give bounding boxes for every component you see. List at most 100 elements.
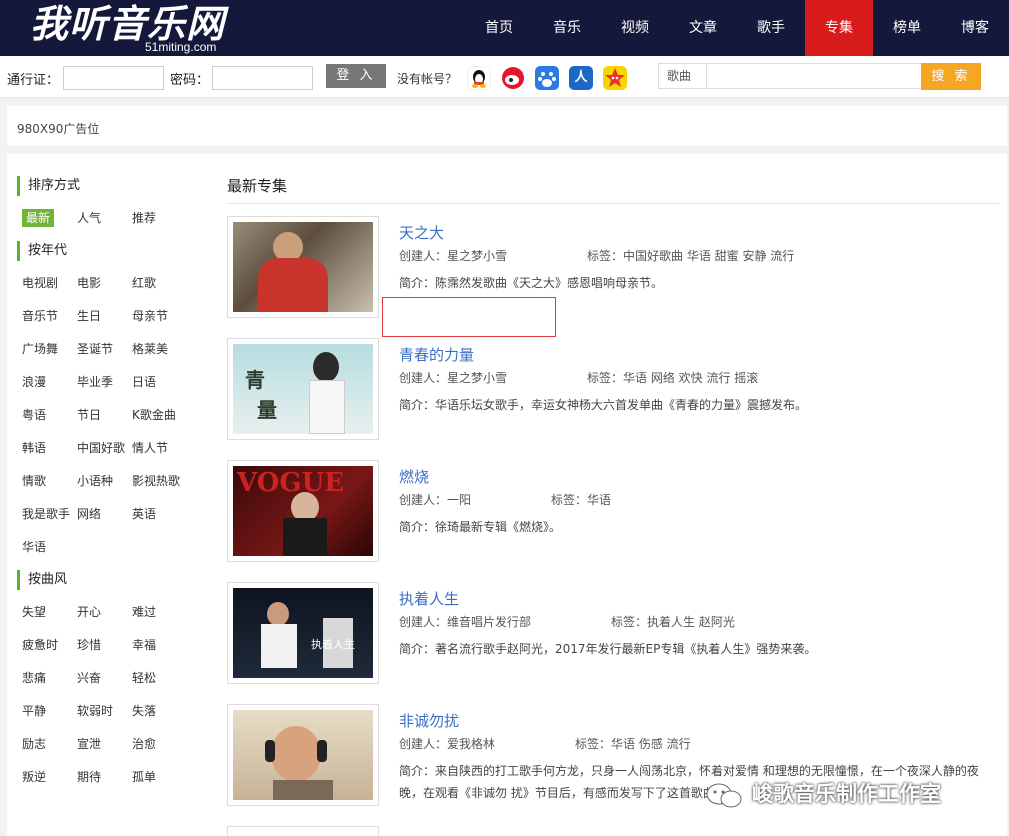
year-option-label: 网络 bbox=[77, 507, 102, 521]
style-option-label: 期待 bbox=[77, 770, 102, 784]
style-option[interactable]: 孤单 bbox=[127, 761, 182, 794]
album-cover[interactable] bbox=[227, 704, 379, 806]
year-option-label: 红歌 bbox=[132, 276, 157, 290]
nav-blog[interactable]: 博客 bbox=[941, 0, 1009, 56]
year-option[interactable]: 音乐节 bbox=[17, 300, 72, 333]
year-title: 按年代 bbox=[17, 241, 197, 261]
album-item: VOGUE 燃烧 创建人：一阳 标签：华语 简介：徐琦最新专辑《燃烧》。 bbox=[227, 460, 999, 570]
style-option[interactable]: 轻松 bbox=[127, 662, 182, 695]
nav-video[interactable]: 视频 bbox=[601, 0, 669, 56]
style-option-label: 珍惜 bbox=[77, 638, 102, 652]
year-option-label: 格莱美 bbox=[132, 342, 169, 356]
year-option[interactable]: 浪漫 bbox=[17, 366, 72, 399]
year-option[interactable]: 广场舞 bbox=[17, 333, 72, 366]
year-option[interactable]: 韩语 bbox=[17, 432, 72, 465]
year-option[interactable]: 英语 bbox=[127, 498, 182, 531]
album-title[interactable]: 天之大 bbox=[399, 222, 444, 243]
search-input[interactable] bbox=[706, 63, 922, 89]
style-option[interactable]: 治愈 bbox=[127, 728, 182, 761]
album-cover[interactable]: 执着人生 bbox=[227, 582, 379, 684]
album-creator: 创建人：爱我格林 bbox=[399, 737, 496, 751]
nav-home[interactable]: 首页 bbox=[465, 0, 533, 56]
year-option[interactable]: 毕业季 bbox=[72, 366, 127, 399]
no-account-text: 没有帐号？ bbox=[397, 72, 458, 86]
search-button[interactable]: 搜 索 bbox=[921, 63, 981, 90]
album-list: 最新专集 天之大 创建人：星之梦小雪 标签：中国好歌曲 华语 甜蜜 安静 流行 … bbox=[227, 176, 999, 836]
year-option[interactable]: 网络 bbox=[72, 498, 127, 531]
year-option-label: 英语 bbox=[132, 507, 157, 521]
album-creator: 创建人：星之梦小雪 bbox=[399, 249, 508, 263]
style-option[interactable]: 悲痛 bbox=[17, 662, 72, 695]
style-option[interactable]: 珍惜 bbox=[72, 629, 127, 662]
year-option[interactable]: 小语种 bbox=[72, 465, 127, 498]
nav-music[interactable]: 音乐 bbox=[533, 0, 601, 56]
style-options: 失望 开心 难过疲惫时 珍惜 幸福悲痛 兴奋 轻松平静 软弱时 失落励志 宣泄 治愈叛逆 期待 孤单 bbox=[17, 596, 197, 794]
style-option[interactable]: 宣泄 bbox=[72, 728, 127, 761]
album-title[interactable]: 执着人生 bbox=[399, 588, 459, 609]
album-title[interactable]: 燃烧 bbox=[399, 466, 429, 487]
sort-option[interactable]: 推荐 bbox=[127, 202, 182, 235]
password-input[interactable] bbox=[212, 66, 313, 90]
search-type-select[interactable]: 歌曲 bbox=[658, 63, 706, 89]
weibo-icon[interactable] bbox=[501, 66, 525, 90]
year-option[interactable]: 格莱美 bbox=[127, 333, 182, 366]
style-option[interactable]: 期待 bbox=[72, 761, 127, 794]
year-option[interactable]: 电影 bbox=[72, 267, 127, 300]
account-input[interactable] bbox=[63, 66, 164, 90]
style-option-label: 疲惫时 bbox=[22, 638, 59, 652]
album-cover[interactable] bbox=[227, 216, 379, 318]
style-option-label: 治愈 bbox=[132, 737, 157, 751]
style-option[interactable]: 疲惫时 bbox=[17, 629, 72, 662]
style-option[interactable]: 失望 bbox=[17, 596, 72, 629]
nav-albums[interactable]: 专集 bbox=[805, 0, 873, 56]
style-option[interactable]: 叛逆 bbox=[17, 761, 72, 794]
baidu-icon[interactable] bbox=[535, 66, 559, 90]
album-title[interactable]: 非诚勿扰 bbox=[399, 710, 459, 731]
year-option[interactable]: 节日 bbox=[72, 399, 127, 432]
style-option[interactable]: 励志 bbox=[17, 728, 72, 761]
style-option[interactable]: 幸福 bbox=[127, 629, 182, 662]
year-option[interactable]: 华语 bbox=[17, 531, 72, 564]
year-option-label: 电视剧 bbox=[22, 276, 59, 290]
style-option[interactable]: 失落 bbox=[127, 695, 182, 728]
album-cover[interactable] bbox=[227, 826, 379, 836]
year-option[interactable]: 母亲节 bbox=[127, 300, 182, 333]
year-option-label: 圣诞节 bbox=[77, 342, 114, 356]
style-option-label: 开心 bbox=[77, 605, 102, 619]
year-option[interactable]: 日语 bbox=[127, 366, 182, 399]
year-option[interactable]: 影视热歌 bbox=[127, 465, 182, 498]
ad-banner[interactable]: 980X90广告位 bbox=[7, 106, 1007, 146]
year-option[interactable]: 电视剧 bbox=[17, 267, 72, 300]
style-option[interactable]: 兴奋 bbox=[72, 662, 127, 695]
sort-option[interactable]: 最新 bbox=[17, 202, 72, 235]
year-option[interactable]: 我是歌手 bbox=[17, 498, 72, 531]
style-option[interactable]: 平静 bbox=[17, 695, 72, 728]
qq-icon[interactable] bbox=[467, 66, 491, 90]
nav-charts[interactable]: 榜单 bbox=[873, 0, 941, 56]
nav-articles[interactable]: 文章 bbox=[669, 0, 737, 56]
style-option[interactable]: 难过 bbox=[127, 596, 182, 629]
style-option[interactable]: 软弱时 bbox=[72, 695, 127, 728]
year-option[interactable]: 圣诞节 bbox=[72, 333, 127, 366]
login-bar: 通行证： 密码： 登 入 没有帐号？ 人 歌曲 搜 索 bbox=[0, 56, 1009, 98]
album-cover[interactable]: 青 量 bbox=[227, 338, 379, 440]
nav-singers[interactable]: 歌手 bbox=[737, 0, 805, 56]
album-cover[interactable]: VOGUE bbox=[227, 460, 379, 562]
style-option[interactable]: 开心 bbox=[72, 596, 127, 629]
album-item: 天之大 创建人：星之梦小雪 标签：中国好歌曲 华语 甜蜜 安静 流行 简介：陈霈… bbox=[227, 216, 999, 326]
year-option[interactable]: 粤语 bbox=[17, 399, 72, 432]
year-option[interactable]: 生日 bbox=[72, 300, 127, 333]
year-option[interactable]: K歌金曲 bbox=[127, 399, 182, 432]
year-option[interactable]: 红歌 bbox=[127, 267, 182, 300]
style-option-label: 兴奋 bbox=[77, 671, 102, 685]
year-option[interactable]: 情歌 bbox=[17, 465, 72, 498]
renren-icon[interactable]: 人 bbox=[569, 66, 593, 90]
sort-option[interactable]: 人气 bbox=[72, 202, 127, 235]
kaixin-icon[interactable] bbox=[603, 66, 627, 90]
login-button[interactable]: 登 入 bbox=[326, 64, 386, 88]
site-logo[interactable]: 我听音乐网 51miting.com bbox=[30, 2, 230, 55]
year-option-label: 生日 bbox=[77, 309, 102, 323]
year-option[interactable]: 情人节 bbox=[127, 432, 182, 465]
year-option[interactable]: 中国好歌 bbox=[72, 432, 127, 465]
album-title[interactable]: 青春的力量 bbox=[399, 344, 474, 365]
